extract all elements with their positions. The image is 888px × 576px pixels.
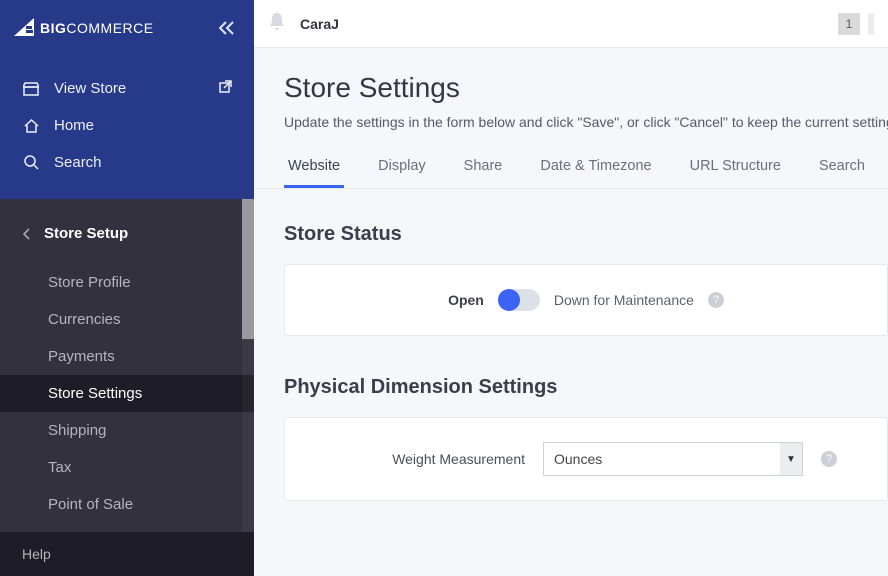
sidebar-header: BIGCOMMERCE (0, 0, 254, 56)
page-header: Store Settings Update the settings in th… (254, 48, 888, 150)
tab-website[interactable]: Website (284, 150, 344, 188)
primary-nav: View Store Home Search (0, 56, 254, 199)
sidebar: BIGCOMMERCE View Store Home (0, 0, 254, 576)
nav-search[interactable]: Search (0, 144, 254, 181)
status-open-label: Open (448, 292, 484, 308)
sidebar-scrollbar-track[interactable] (242, 199, 254, 532)
main-area: CaraJ 1 Store Settings Update the settin… (254, 0, 888, 576)
tab-search[interactable]: Search (815, 150, 869, 188)
notifications-bell-icon[interactable] (268, 11, 286, 36)
select-arrow-icon: ▼ (780, 443, 802, 475)
page-title: Store Settings (284, 72, 888, 104)
tab-date-timezone[interactable]: Date & Timezone (536, 150, 655, 188)
weight-measurement-value: Ounces (554, 451, 602, 467)
content-scroll: Store Settings Update the settings in th… (254, 48, 888, 576)
weight-measurement-select[interactable]: Ounces ▼ (543, 442, 803, 476)
panel-store-status: Store Status Open Down for Maintenance ? (254, 189, 888, 336)
notification-count-badge[interactable]: 1 (838, 13, 860, 35)
subnav-point-of-sale[interactable]: Point of Sale (0, 486, 254, 523)
chevron-double-left-icon (219, 21, 235, 35)
physical-heading: Physical Dimension Settings (284, 376, 888, 399)
subnav-currencies[interactable]: Currencies (0, 301, 254, 338)
collapse-sidebar-button[interactable] (214, 15, 240, 41)
settings-tabs: Website Display Share Date & Timezone UR… (254, 150, 888, 189)
sidebar-scrollbar-thumb[interactable] (242, 199, 254, 339)
store-status-toggle[interactable] (498, 289, 540, 311)
toggle-knob (498, 289, 520, 311)
weight-measurement-label: Weight Measurement (305, 451, 525, 467)
status-maintenance-label: Down for Maintenance (554, 292, 694, 308)
store-status-heading: Store Status (284, 223, 888, 246)
brand-text-prefix: BIG (40, 20, 66, 36)
brand-sail-icon (14, 18, 38, 38)
subnav-accounting[interactable]: Accounting (0, 523, 254, 532)
panel-physical-dimensions: Physical Dimension Settings Weight Measu… (254, 376, 888, 501)
sidebar-footer-help[interactable]: Help (0, 532, 254, 576)
nav-view-store[interactable]: View Store (0, 70, 254, 107)
nav-home[interactable]: Home (0, 107, 254, 144)
help-icon[interactable]: ? (821, 451, 837, 467)
topbar: CaraJ 1 (254, 0, 888, 48)
tab-url-structure[interactable]: URL Structure (686, 150, 785, 188)
nav-search-label: Search (54, 154, 102, 171)
subnav-store-profile[interactable]: Store Profile (0, 264, 254, 301)
subnav-shipping[interactable]: Shipping (0, 412, 254, 449)
section-store-setup[interactable]: Store Setup (0, 217, 254, 264)
storefront-icon (22, 82, 40, 96)
search-icon (22, 155, 40, 170)
tab-display[interactable]: Display (374, 150, 430, 188)
chevron-left-icon (22, 228, 32, 240)
topbar-right: 1 (838, 13, 874, 35)
subnav-payments[interactable]: Payments (0, 338, 254, 375)
topbar-edge (868, 13, 874, 35)
section-title-label: Store Setup (44, 225, 128, 242)
tab-share[interactable]: Share (460, 150, 507, 188)
help-icon[interactable]: ? (708, 292, 724, 308)
brand-text-suffix: COMMERCE (66, 20, 153, 36)
subnav-store-settings[interactable]: Store Settings (0, 375, 254, 412)
current-user[interactable]: CaraJ (300, 16, 339, 32)
home-icon (22, 119, 40, 133)
sidebar-scroll-area: Store Setup Store Profile Currencies Pay… (0, 199, 254, 532)
nav-view-store-label: View Store (54, 80, 126, 97)
subnav-tax[interactable]: Tax (0, 449, 254, 486)
physical-card: Weight Measurement Ounces ▼ ? (284, 417, 888, 501)
nav-home-label: Home (54, 117, 94, 134)
store-status-card: Open Down for Maintenance ? (284, 264, 888, 336)
external-link-icon (219, 80, 232, 97)
page-subtitle: Update the settings in the form below an… (284, 114, 888, 130)
brand-logo[interactable]: BIGCOMMERCE (14, 18, 154, 38)
